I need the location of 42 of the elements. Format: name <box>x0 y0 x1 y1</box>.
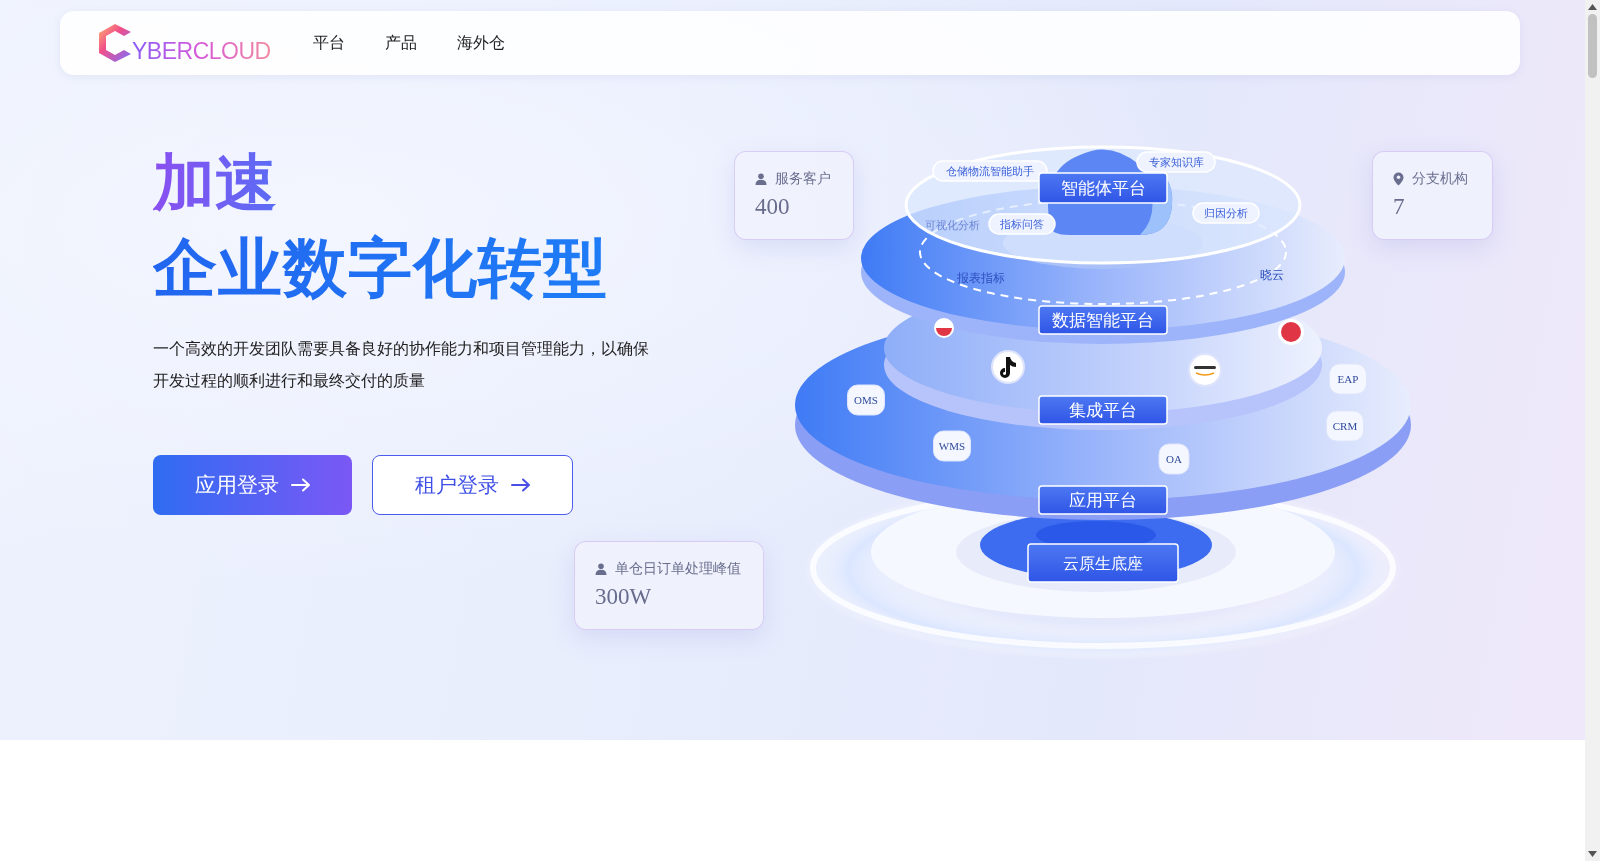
stat-value: 400 <box>755 194 791 220</box>
tag-label: 可视化分析 <box>924 219 980 231</box>
person-icon <box>595 563 607 575</box>
arrow-right-icon <box>290 478 311 492</box>
logo-hexagon-icon <box>98 22 132 64</box>
tiktok-logo-icon <box>991 350 1025 384</box>
tag-label: 仓储物流智能助手 <box>932 160 1048 182</box>
person-icon <box>755 173 767 185</box>
location-pin-icon <box>1393 172 1404 186</box>
shop-logo-icon <box>1188 353 1222 387</box>
stat-label: 分支机构 <box>1412 170 1468 188</box>
tag-label: 指标问答 <box>988 213 1056 235</box>
nav-link[interactable]: 海外仓 <box>436 32 525 54</box>
tag-label: 专家知识库 <box>1136 151 1216 173</box>
login-button[interactable]: 应用登录 <box>153 455 352 515</box>
layer-label: 数据智能平台 <box>1038 305 1168 335</box>
round-logo-icon <box>934 318 954 338</box>
login-button[interactable]: 租户登录 <box>372 455 573 515</box>
stat-label: 单仓日订单处理峰值 <box>615 560 741 578</box>
layer-label: 智能体平台 <box>1038 172 1168 204</box>
tag-label: 报表指标 <box>957 271 1005 285</box>
system-badge: WMS <box>933 430 971 462</box>
nav-link[interactable]: 平台 <box>292 32 365 54</box>
tag-label: 归因分析 <box>1192 202 1260 224</box>
system-badge: CRM <box>1326 410 1364 442</box>
layer-label: 集成平台 <box>1038 395 1168 425</box>
scroll-down-icon[interactable] <box>1588 851 1597 857</box>
stat-value: 7 <box>1393 194 1406 220</box>
tag-label: 晓云 <box>1260 268 1284 282</box>
arrow-right-icon <box>510 478 531 492</box>
stat-label: 服务客户 <box>775 170 831 188</box>
layer-label: 应用平台 <box>1038 485 1168 515</box>
nav-link[interactable]: 产品 <box>364 32 437 54</box>
system-badge: OA <box>1158 443 1190 475</box>
hero-description: 一个高效的开发团队需要具备良好的协作能力和项目管理能力，以确保开发过程的顺利进行和最终交付的质量 <box>153 339 650 391</box>
stat-value: 300W <box>595 584 653 610</box>
round-logo-icon <box>1278 319 1304 345</box>
scroll-up-icon[interactable] <box>1588 4 1597 10</box>
layer-label: 云原生底座 <box>1027 543 1179 583</box>
system-badge: EAP <box>1329 363 1367 395</box>
system-badge: OMS <box>847 384 885 416</box>
scrollbar-thumb[interactable] <box>1588 14 1597 78</box>
